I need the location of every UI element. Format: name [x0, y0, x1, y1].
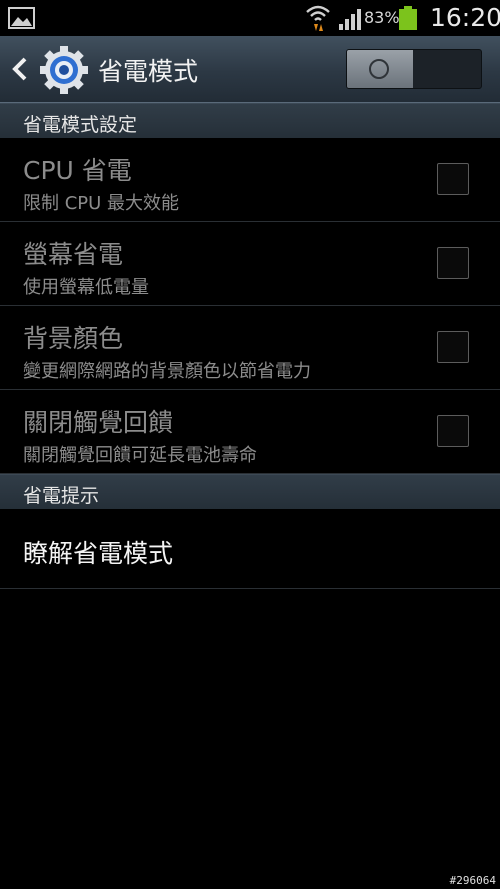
status-bar: 83% 16:20 — [0, 0, 500, 36]
toggle-knob[interactable] — [347, 50, 413, 88]
row-title: CPU 省電 — [23, 156, 132, 185]
row-subtitle: 變更網際網路的背景顏色以節省電力 — [23, 361, 311, 382]
row-subtitle: 關閉觸覺回饋可延長電池壽命 — [23, 445, 257, 466]
toggle-off-icon — [369, 59, 389, 79]
setting-row-cpu[interactable]: CPU 省電 限制 CPU 最大效能 — [0, 137, 500, 222]
wifi-icon — [306, 5, 330, 31]
battery-icon — [399, 6, 417, 30]
row-subtitle: 限制 CPU 最大效能 — [23, 193, 180, 214]
section-header-label: 省電提示 — [23, 485, 100, 507]
row-subtitle: 使用螢幕低電量 — [23, 277, 149, 298]
battery-percent: 83% — [364, 8, 400, 27]
screen-checkbox[interactable] — [437, 247, 469, 279]
action-bar: 省電模式 — [0, 36, 500, 103]
setting-row-haptic[interactable]: 關閉觸覺回饋 關閉觸覺回饋可延長電池壽命 — [0, 389, 500, 474]
gallery-icon — [8, 7, 35, 29]
setting-row-background[interactable]: 背景顏色 變更網際網路的背景顏色以節省電力 — [0, 305, 500, 390]
page-title: 省電模式 — [98, 57, 199, 86]
learn-power-saving-label: 瞭解省電模式 — [23, 539, 174, 568]
section-header-tips: 省電提示 — [0, 474, 500, 509]
back-icon[interactable] — [8, 56, 32, 82]
cpu-checkbox[interactable] — [437, 163, 469, 195]
signal-icon — [339, 9, 361, 30]
settings-gear-icon — [40, 46, 88, 94]
row-title: 關閉觸覺回饋 — [23, 408, 174, 437]
setting-row-screen[interactable]: 螢幕省電 使用螢幕低電量 — [0, 221, 500, 306]
section-header-settings: 省電模式設定 — [0, 103, 500, 138]
watermark: #296064 — [449, 874, 496, 887]
section-header-label: 省電模式設定 — [23, 114, 138, 136]
power-saving-toggle[interactable] — [346, 49, 482, 89]
row-title: 背景顏色 — [23, 324, 124, 353]
row-title: 螢幕省電 — [23, 240, 124, 269]
learn-power-saving-item[interactable]: 瞭解省電模式 — [0, 510, 500, 589]
background-checkbox[interactable] — [437, 331, 469, 363]
haptic-checkbox[interactable] — [437, 415, 469, 447]
clock: 16:20 — [430, 3, 500, 32]
